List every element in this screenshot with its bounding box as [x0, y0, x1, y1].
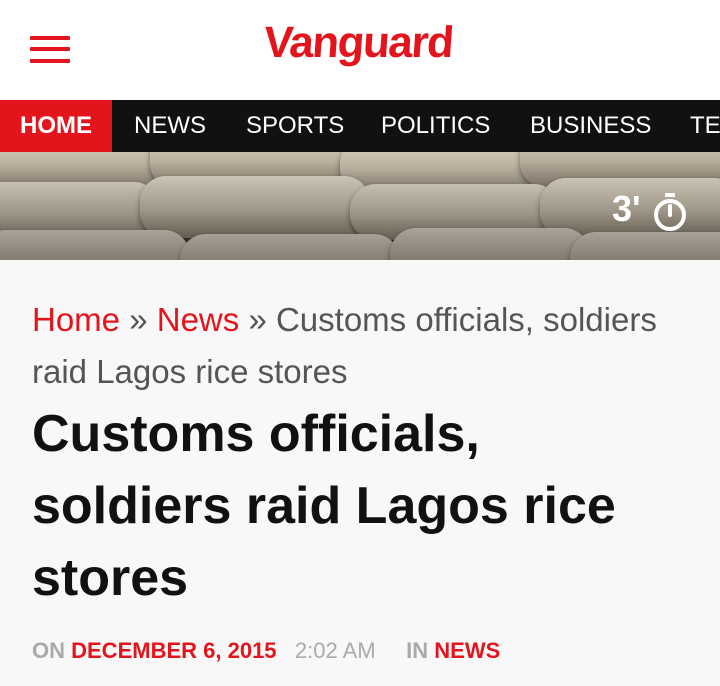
reading-time: 3'	[612, 188, 641, 229]
meta-in-label: IN	[406, 638, 429, 663]
breadcrumb-home-link[interactable]: Home	[32, 301, 120, 338]
meta-time: 2:02 AM	[294, 638, 376, 663]
menu-line	[30, 59, 70, 63]
site-logo[interactable]: Vanguard	[262, 18, 454, 68]
menu-line	[30, 36, 70, 40]
breadcrumb-separator: »	[129, 301, 148, 338]
breadcrumb-news-link[interactable]: News	[157, 301, 240, 338]
site-header: Vanguard	[0, 0, 720, 100]
article-title: Customs officials, soldiers raid Lagos r…	[32, 405, 616, 607]
menu-line	[30, 47, 70, 51]
breadcrumb: Home » News » Customs officials, soldier…	[32, 294, 692, 398]
nav-item-home[interactable]: HOME	[0, 100, 112, 152]
nav-item-sports[interactable]: SPORTS	[226, 100, 364, 152]
main-nav: HOME NEWS SPORTS POLITICS BUSINESS TE	[0, 100, 720, 152]
breadcrumb-separator: »	[248, 301, 267, 338]
article-meta: ON DECEMBER 6, 2015 2:02 AM IN NEWS	[32, 636, 500, 666]
nav-item-business[interactable]: BUSINESS	[510, 100, 671, 152]
nav-item-partial[interactable]: TE	[670, 100, 720, 152]
meta-category-link[interactable]: NEWS	[434, 638, 500, 663]
meta-on-label: ON	[32, 638, 65, 663]
hamburger-menu-icon[interactable]	[30, 34, 70, 66]
nav-item-news[interactable]: NEWS	[114, 100, 226, 152]
meta-date-link[interactable]: DECEMBER 6, 2015	[71, 638, 276, 663]
breadcrumb-current: Customs officials, soldiers raid Lagos r…	[32, 301, 657, 390]
nav-item-politics[interactable]: POLITICS	[361, 100, 510, 152]
stopwatch-icon	[654, 193, 686, 231]
